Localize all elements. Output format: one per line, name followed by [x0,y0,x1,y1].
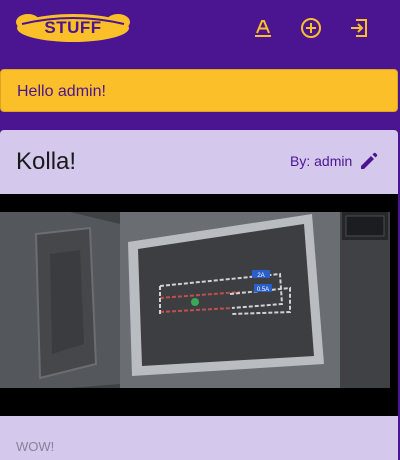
welcome-text: Hello admin! [17,83,106,100]
scene-image: 2A 0.5A [0,212,390,388]
post-card: Kolla! By: admin 2A 0.5A WOW! [0,130,398,460]
add-circle-icon[interactable] [300,17,322,39]
login-icon[interactable] [348,17,370,39]
post-image: 2A 0.5A [0,194,398,416]
font-icon[interactable] [252,17,274,39]
logo[interactable]: STUFF [14,8,132,46]
post-body: WOW! [16,439,55,454]
welcome-banner: Hello admin! [0,69,398,112]
edit-icon[interactable] [358,150,380,172]
top-bar: STUFF [0,0,400,56]
current-label-05a: 0.5A [257,287,269,293]
post-title: Kolla! [16,148,77,175]
logo-text: STUFF [44,18,102,37]
current-label-2a: 2A [257,273,264,279]
post-author: By: admin [290,153,353,169]
